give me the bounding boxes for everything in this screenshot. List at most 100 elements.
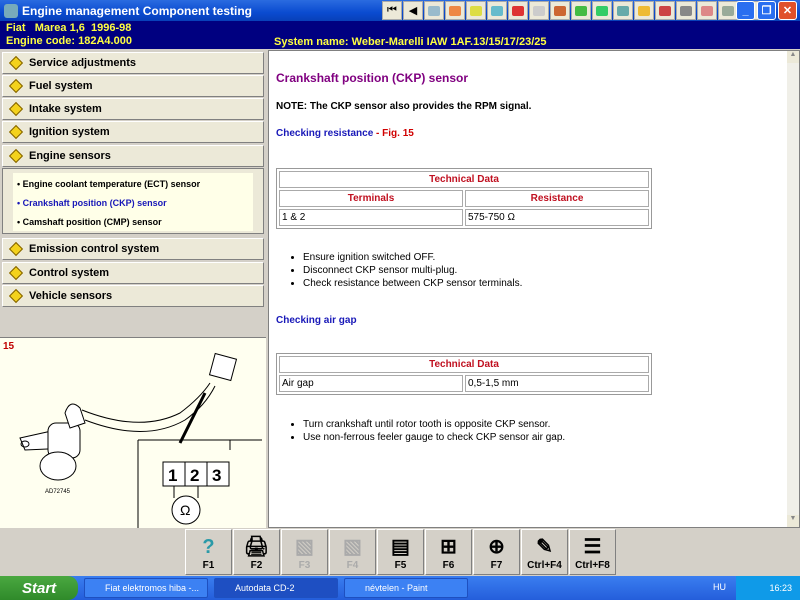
taskbar-item-firefox[interactable]: Fiat elektromos hiba -...	[84, 578, 208, 598]
printer-icon[interactable]	[529, 1, 549, 20]
column-header: Terminals	[279, 190, 463, 207]
system-tray: 16:23	[736, 576, 800, 600]
function-key-label: Ctrl+F4	[527, 560, 562, 571]
window-title: Engine management Component testing	[22, 3, 253, 18]
vehicle-info-bar: Fiat Marea 1,6 1996-98 Engine code: 182A…	[0, 21, 800, 49]
clock: 16:23	[769, 583, 792, 593]
technical-data-table-resistance: Technical Data Terminals Resistance 1 & 2…	[276, 168, 652, 229]
first-icon[interactable]: ⏮	[382, 1, 402, 20]
diamond-icon	[8, 265, 24, 281]
function-key-icon: ▧	[343, 536, 362, 558]
menu-item-label: Vehicle sensors	[29, 290, 113, 302]
submenu-item[interactable]: • Crankshaft position (CKP) sensor	[17, 194, 249, 213]
taskbar: Start Fiat elektromos hiba -... Autodata…	[0, 576, 800, 600]
function-key-ctrl-f4[interactable]: ✎ Ctrl+F4	[521, 529, 568, 575]
instructions-list: Turn crankshaft until rotor tooth is opp…	[303, 418, 565, 444]
diamond-icon	[8, 78, 24, 94]
terminal-1: 1	[168, 466, 177, 485]
repair-icon[interactable]	[487, 1, 507, 20]
menu-item-service-adjustments[interactable]: Service adjustments	[2, 52, 264, 74]
battery-icon[interactable]	[508, 1, 528, 20]
vehicle-icon[interactable]	[592, 1, 612, 20]
diamond-icon	[8, 148, 24, 164]
function-key-f3[interactable]: ▧ F3	[281, 529, 328, 575]
menu-item-intake-system[interactable]: Intake system	[2, 98, 264, 120]
page-title: Crankshaft position (CKP) sensor	[276, 71, 469, 85]
function-key-f1[interactable]: ? F1	[185, 529, 232, 575]
table-cell: 575-750 Ω	[465, 209, 649, 226]
table-cell: 0,5-1,5 mm	[465, 375, 649, 392]
window-controls: _ ❐ ✕	[736, 1, 797, 20]
adjust-icon[interactable]	[424, 1, 444, 20]
camera-icon[interactable]	[613, 1, 633, 20]
menu-item-vehicle-sensors[interactable]: Vehicle sensors	[2, 285, 264, 307]
function-key-icon: ⊕	[488, 536, 505, 558]
ohm-symbol: Ω	[180, 502, 190, 518]
menu-item-fuel-system[interactable]: Fuel system	[2, 75, 264, 97]
wheel-icon[interactable]	[676, 1, 696, 20]
taskbar-item-paint[interactable]: névtelen - Paint	[344, 578, 468, 598]
submenu: • Engine coolant temperature (ECT) senso…	[2, 168, 264, 234]
function-key-f4[interactable]: ▧ F4	[329, 529, 376, 575]
sidebar: • Engine coolant temperature (ECT) senso…	[0, 50, 266, 528]
function-key-label: F7	[490, 560, 503, 571]
function-key-f2[interactable]: 🖨 F2	[233, 529, 280, 575]
table-cell: Air gap	[279, 375, 463, 392]
table-title: Technical Data	[279, 171, 649, 188]
function-key-icon: ✎	[536, 536, 553, 558]
figure-ref: AD72745	[45, 489, 71, 495]
function-key-ctrl-f8[interactable]: ☰ Ctrl+F8	[569, 529, 616, 575]
function-key-label: F3	[298, 560, 311, 571]
function-key-f7[interactable]: ⊕ F7	[473, 529, 520, 575]
menu-item-label: Engine sensors	[29, 150, 111, 162]
minimize-button[interactable]: _	[736, 1, 755, 20]
function-key-label: F4	[346, 560, 359, 571]
function-key-icon: 🖨	[243, 536, 270, 558]
system-name: System name: Weber-Marelli IAW 1AF.13/15…	[274, 36, 547, 48]
start-button[interactable]: Start	[0, 576, 78, 600]
menu-item-engine-sensors[interactable]: Engine sensors	[2, 145, 264, 167]
content-pane: Crankshaft position (CKP) sensor NOTE: T…	[268, 50, 800, 528]
gearbox-icon[interactable]	[718, 1, 738, 20]
terminal-2: 2	[190, 466, 199, 485]
vertical-scrollbar[interactable]: ▲ ▼	[787, 51, 799, 527]
menu-item-control-system[interactable]: Control system	[2, 262, 264, 284]
menu-item-emission-control-system[interactable]: Emission control system	[2, 238, 264, 260]
menu-item-ignition-system[interactable]: Ignition system	[2, 121, 264, 143]
menu-item-label: Emission control system	[29, 243, 160, 255]
spark-icon[interactable]	[550, 1, 570, 20]
function-key-f6[interactable]: ⊞ F6	[425, 529, 472, 575]
service-icon[interactable]	[445, 1, 465, 20]
help-icon[interactable]	[634, 1, 654, 20]
terminal-3: 3	[212, 466, 221, 485]
menu-item-label: Ignition system	[29, 126, 110, 138]
column-header: Resistance	[465, 190, 649, 207]
function-key-icon: ?	[202, 536, 215, 558]
section-checking-resistance: Checking resistance - Fig. 15	[276, 128, 414, 139]
function-key-icon: ▧	[295, 536, 314, 558]
fuse-icon[interactable]	[571, 1, 591, 20]
submenu-item[interactable]: • Engine coolant temperature (ECT) senso…	[17, 175, 249, 194]
diamond-icon	[8, 241, 24, 257]
function-key-f5[interactable]: ▤ F5	[377, 529, 424, 575]
timing-icon[interactable]	[466, 1, 486, 20]
figure-panel: 15 1 2 3 Ω AD72745	[0, 337, 266, 528]
function-key-label: F5	[394, 560, 407, 571]
warning-icon[interactable]	[697, 1, 717, 20]
menu-item-label: Fuel system	[29, 80, 93, 92]
diamond-icon	[8, 101, 24, 117]
language-indicator[interactable]: HU	[713, 582, 726, 592]
taskbar-item-autodata[interactable]: Autodata CD-2	[214, 578, 338, 598]
close-button[interactable]: ✕	[778, 1, 797, 20]
diamond-icon	[8, 55, 24, 71]
function-key-icon: ⊞	[440, 536, 457, 558]
function-key-bar: ? F1 🖨 F2 ▧ F3 ▧ F4 ▤ F5 ⊞ F6 ⊕ F7 ✎ Ctrl+F4 ☰ Ctrl+F8	[0, 528, 800, 576]
figure-link[interactable]: - Fig. 15	[373, 128, 414, 139]
back-icon[interactable]: ◀	[403, 1, 423, 20]
brake-icon[interactable]	[655, 1, 675, 20]
technical-data-table-air-gap: Technical Data Air gap 0,5-1,5 mm	[276, 353, 652, 395]
restore-button[interactable]: ❐	[757, 1, 776, 20]
submenu-item[interactable]: • Camshaft position (CMP) sensor	[17, 213, 249, 232]
list-item: Ensure ignition switched OFF.	[303, 251, 522, 264]
function-key-label: F6	[442, 560, 455, 571]
